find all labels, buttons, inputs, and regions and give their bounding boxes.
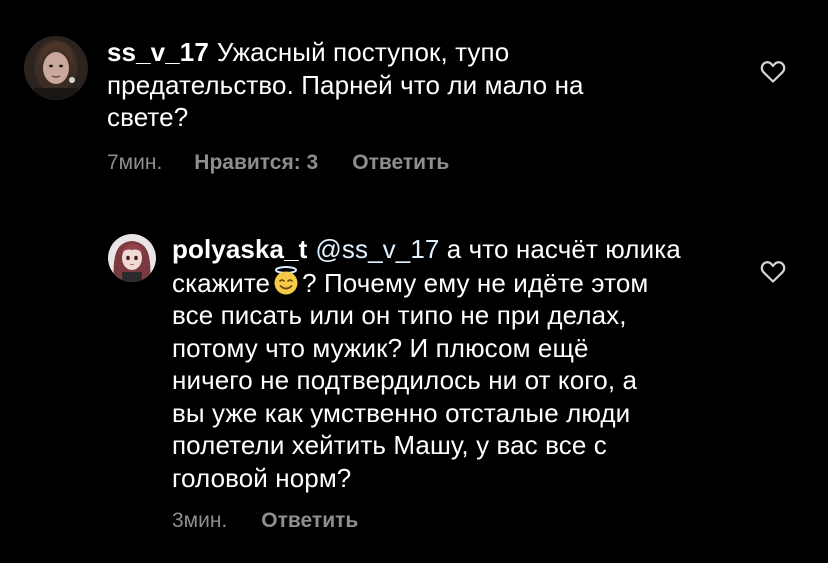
comment-line-2: скажите ? Почему ему не идёте этом [172, 265, 681, 300]
heart-outline-icon[interactable] [760, 260, 786, 284]
reply-button[interactable]: Ответить [352, 151, 449, 175]
comment-text: polyaska_t @ss_v_17 а что насчёт юлика ск… [172, 233, 681, 494]
comment-line-5: ничего не подтвердилось ни от кого, а [172, 365, 638, 395]
comment-text-segment: Ужасный поступок, тупо [216, 37, 510, 67]
timestamp: 7мин. [107, 151, 163, 174]
comment-line-1: polyaska_t @ss_v_17 а что насчёт юлика [172, 233, 681, 266]
comment-meta: 7мин. Нравится: 3 Ответить [107, 151, 449, 175]
comment-text: ss_v_17 Ужасный поступок, тупо предательс… [107, 36, 584, 134]
comment-text-segment: скажите [172, 267, 271, 298]
comment-polyaska_t: polyaska_t @ss_v_17 а что насчёт юлика ск… [0, 200, 828, 563]
comment-line-7: полетели хейтить Машу, у вас все с [172, 430, 607, 460]
comment-line-8: головой норм? [172, 462, 352, 493]
comment-ss_v_17: ss_v_17 Ужасный поступок, тупо предательс… [0, 0, 828, 200]
timestamp: 3мин. [172, 509, 228, 532]
avatar[interactable] [24, 36, 88, 100]
avatar[interactable] [108, 234, 156, 282]
comment-meta: 3мин. Ответить [172, 509, 358, 533]
avatar-image [108, 234, 156, 282]
reply-button[interactable]: Ответить [261, 509, 358, 533]
comment-text-segment: а что насчёт юлика [439, 234, 681, 264]
smiling-face-with-halo-emoji [274, 265, 298, 294]
username[interactable]: polyaska_t [172, 234, 307, 264]
comment-line-1: ss_v_17 Ужасный поступок, тупо [107, 36, 584, 69]
mention-link[interactable]: @ss_v_17 [315, 234, 439, 264]
comment-line-3: свете? [107, 102, 189, 132]
comment-line-4: потому что мужик? И плюсом ещё [172, 332, 589, 363]
likes-count[interactable]: Нравится: 3 [194, 151, 318, 175]
username[interactable]: ss_v_17 [107, 37, 209, 67]
heart-outline-icon[interactable] [760, 60, 786, 84]
comment-line-3: все писать или он типо не при делах, [172, 300, 627, 330]
comment-line-2: предательство. Парней что ли мало на [107, 69, 584, 100]
comment-line-6: вы уже как умственно отсталые люди [172, 397, 631, 428]
avatar-image [24, 36, 88, 100]
comment-text-segment: ? Почему ему не идёте этом [302, 267, 649, 298]
